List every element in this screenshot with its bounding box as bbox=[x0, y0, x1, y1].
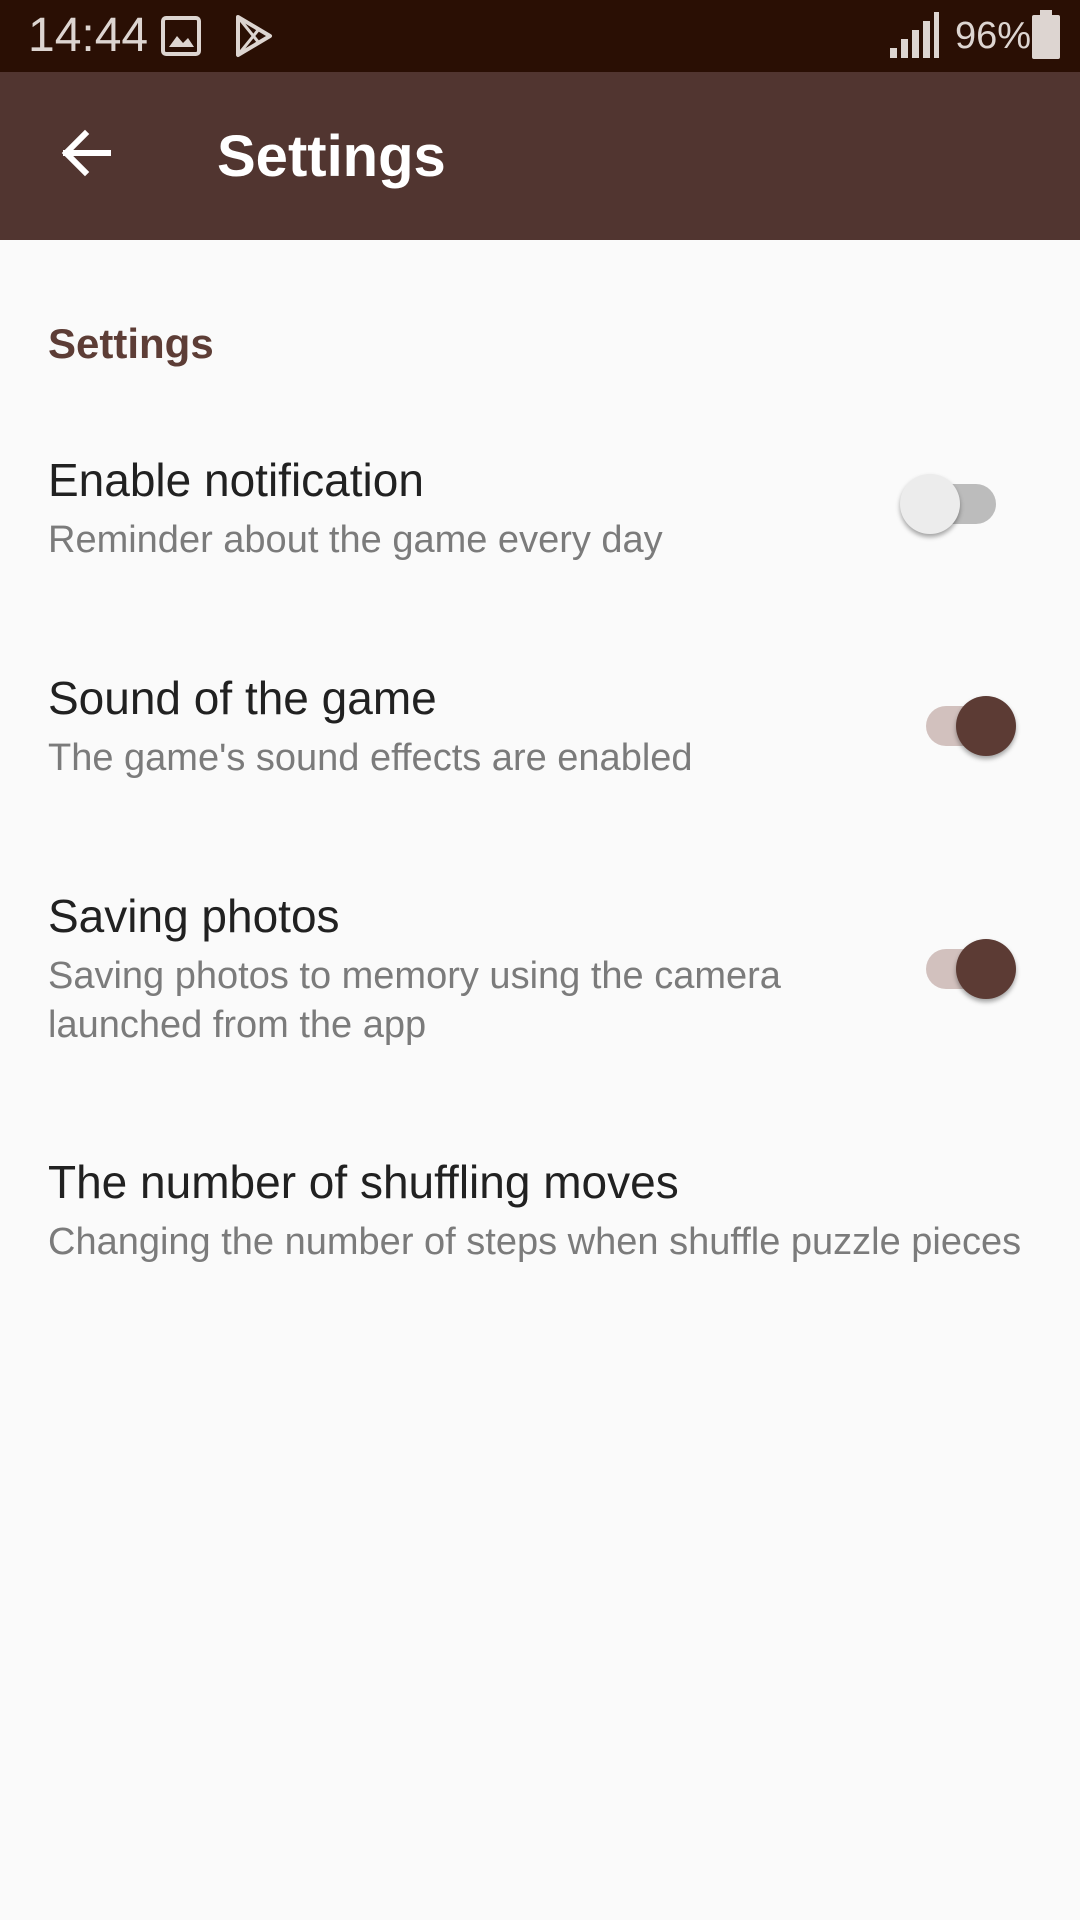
switch-thumb bbox=[956, 939, 1016, 999]
switch-thumb bbox=[900, 474, 960, 534]
pref-summary: Saving photos to memory using the camera… bbox=[48, 955, 781, 1046]
sound-toggle[interactable] bbox=[910, 690, 1020, 760]
pref-title: Enable notification bbox=[48, 454, 424, 506]
back-button[interactable] bbox=[40, 108, 130, 198]
status-bar: 14:44 96% bbox=[0, 0, 1080, 72]
pref-sound-of-game[interactable]: Sound of the game The game's sound effec… bbox=[0, 638, 1080, 808]
photo-icon bbox=[161, 16, 201, 56]
pref-title: The number of shuffling moves bbox=[48, 1156, 679, 1208]
section-header: Settings bbox=[48, 320, 214, 367]
pref-summary: The game's sound effects are enabled bbox=[48, 737, 693, 779]
saving-photos-toggle[interactable] bbox=[910, 933, 1020, 1003]
page-title: Settings bbox=[217, 124, 446, 189]
pref-shuffling-moves[interactable]: The number of shuffling moves Changing t… bbox=[0, 1122, 1080, 1342]
app-bar: Settings bbox=[0, 72, 1080, 240]
switch-thumb bbox=[956, 696, 1016, 756]
play-store-icon bbox=[236, 15, 272, 57]
status-time: 14:44 bbox=[28, 9, 149, 62]
signal-icon bbox=[890, 12, 939, 58]
pref-title: Sound of the game bbox=[48, 672, 437, 724]
pref-enable-notification[interactable]: Enable notification Reminder about the g… bbox=[0, 420, 1080, 590]
arrow-left-icon bbox=[61, 129, 111, 177]
pref-saving-photos[interactable]: Saving photos Saving photos to memory us… bbox=[0, 856, 1080, 1066]
pref-summary: Changing the number of steps when shuffl… bbox=[48, 1221, 1022, 1263]
battery-percent: 96% bbox=[955, 15, 1032, 57]
notification-toggle[interactable] bbox=[900, 468, 1010, 538]
pref-title: Saving photos bbox=[48, 890, 340, 942]
battery-icon bbox=[1032, 10, 1060, 59]
pref-summary: Reminder about the game every day bbox=[48, 519, 663, 561]
